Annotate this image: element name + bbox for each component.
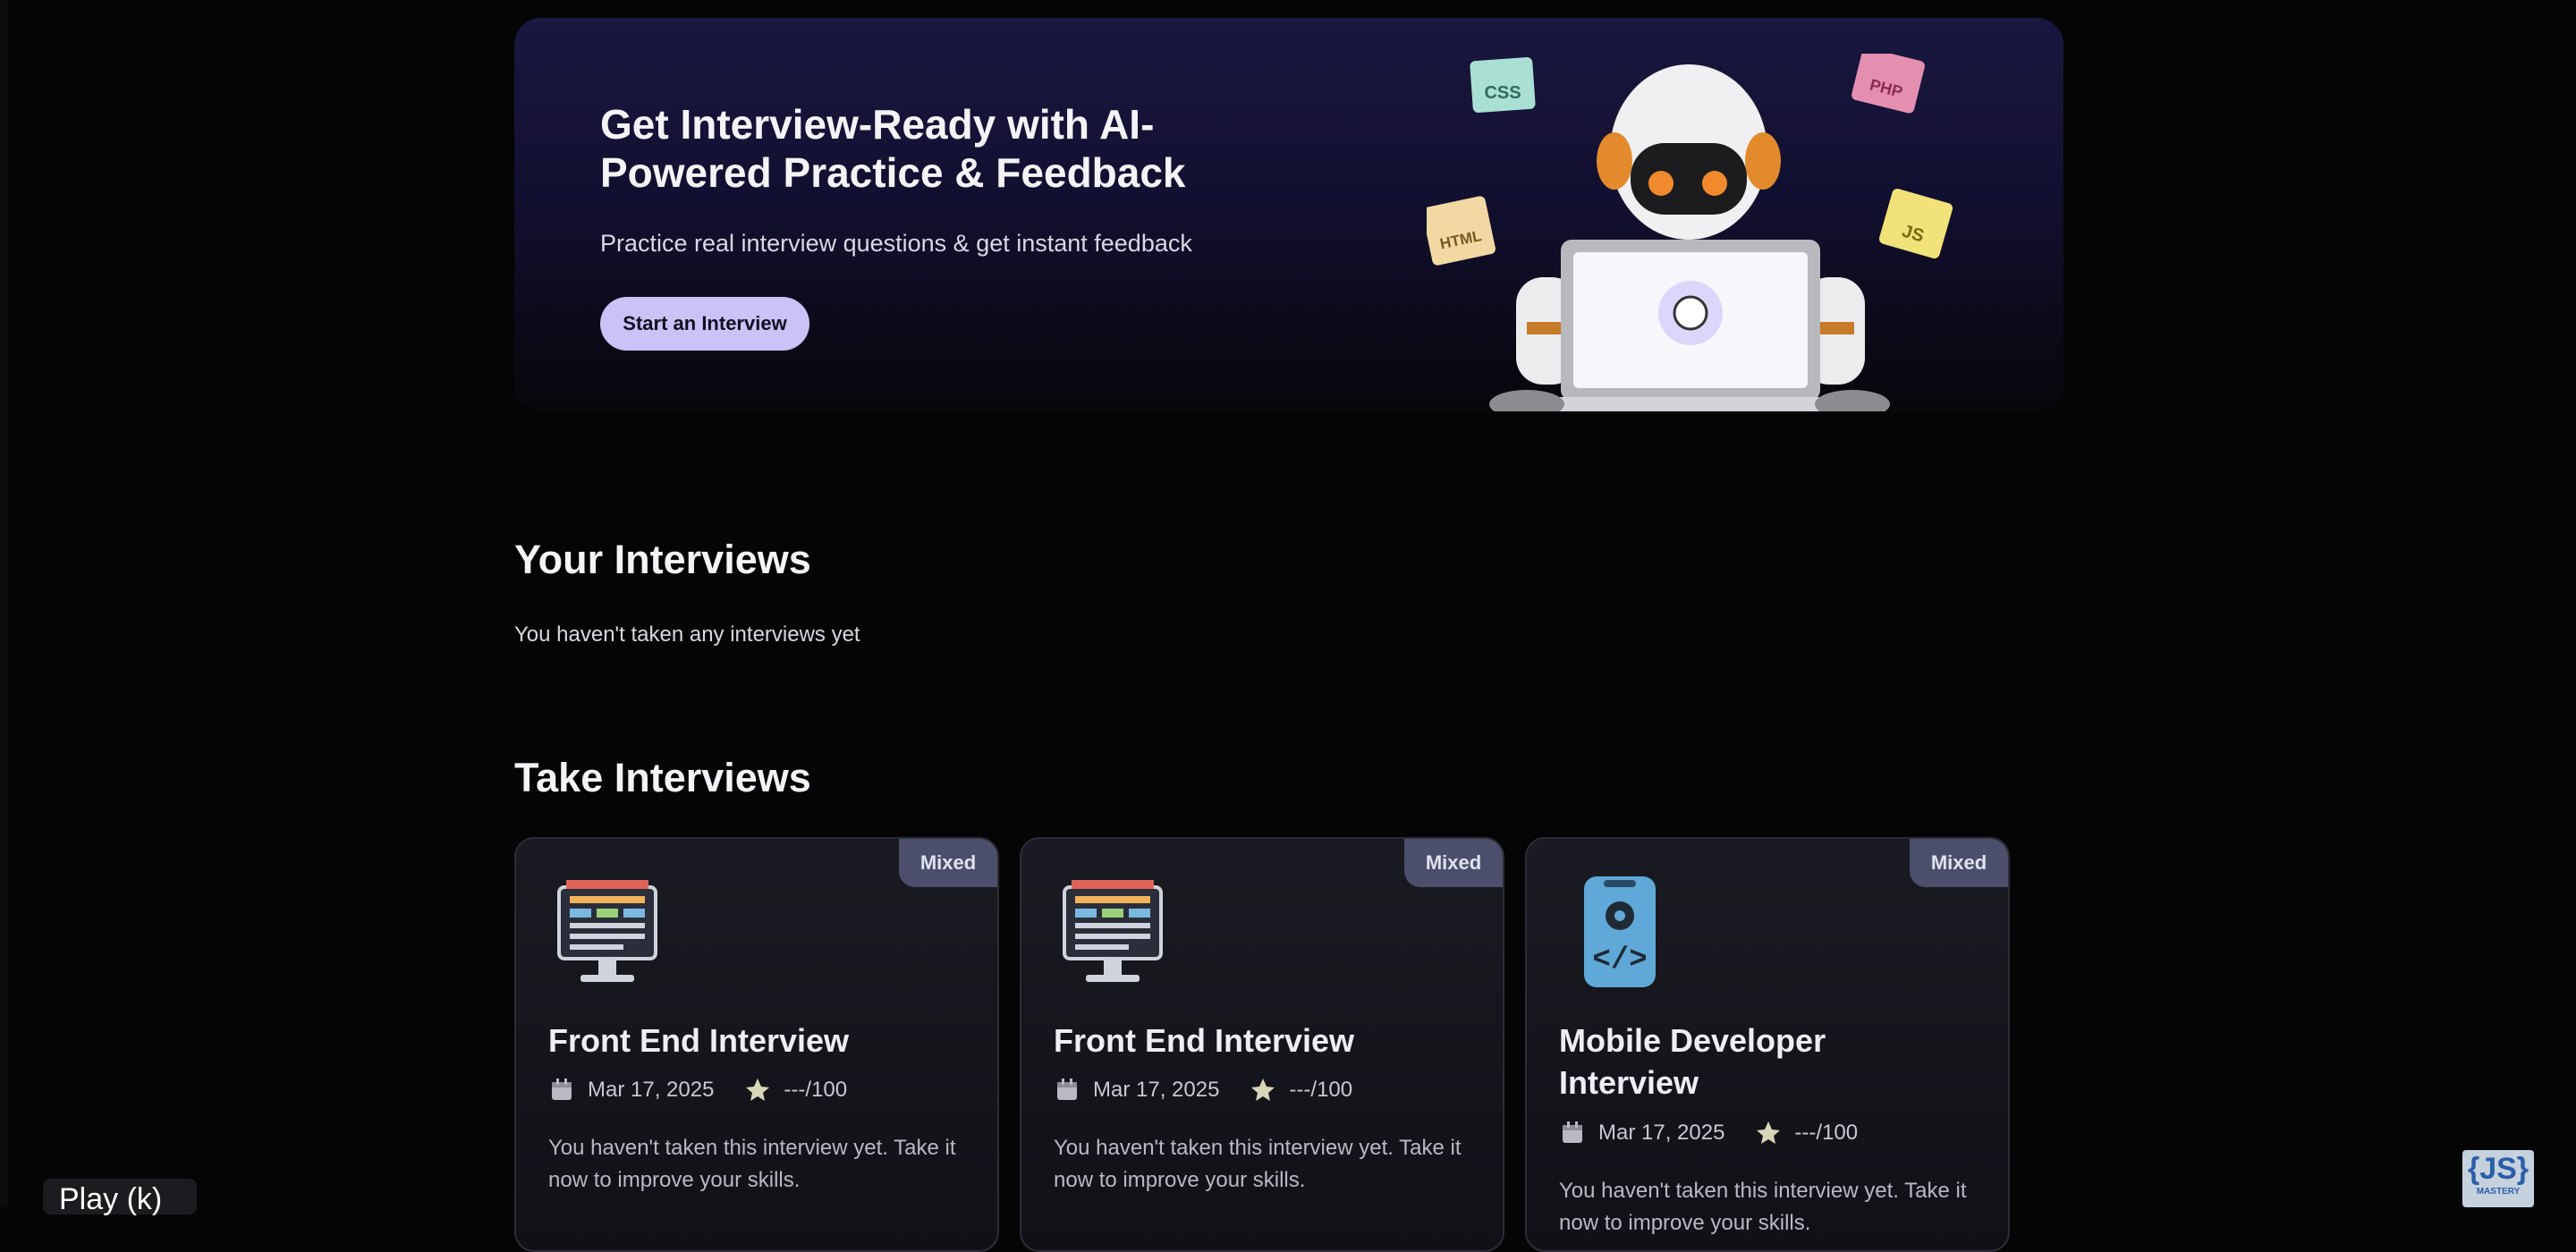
interview-score: ---/100: [1794, 1121, 1859, 1145]
star-icon: [1757, 1121, 1781, 1144]
robot-illustration: CSS PHP HTML JS: [1422, 47, 1963, 411]
calendar-icon: [1563, 1121, 1582, 1143]
interview-meta: Mar 17, 2025 ---/100: [548, 1077, 847, 1104]
watermark-sub: MASTERY: [2476, 1187, 2521, 1197]
css-sticker-label: CSS: [1484, 83, 1521, 103]
svg-text:</>: </>: [1592, 943, 1647, 977]
interview-meta: Mar 17, 2025 ---/100: [1054, 1077, 1352, 1104]
take-interviews-heading: Take Interviews: [514, 755, 811, 800]
interview-type-badge: Mixed: [1404, 839, 1503, 887]
no-interviews-message: You haven't taken any interviews yet: [514, 622, 860, 647]
js-sticker-icon: JS: [1878, 189, 1953, 258]
interview-type-badge: Mixed: [1910, 839, 2008, 887]
frontend-monitor-icon: [1063, 880, 1163, 982]
calendar-icon: [552, 1079, 572, 1100]
window-edge: [0, 0, 8, 1207]
hero-banner: Get Interview-Ready with AI-Powered Prac…: [514, 18, 2063, 411]
interview-date: Mar 17, 2025: [1598, 1121, 1725, 1145]
frontend-monitor-icon: [557, 880, 657, 982]
interview-description: You haven't taken this interview yet. Ta…: [1054, 1136, 1462, 1192]
interview-score: ---/100: [1289, 1078, 1353, 1102]
hero-subtitle: Practice real interview questions & get …: [600, 230, 1192, 257]
start-interview-button[interactable]: Start an Interview: [600, 297, 809, 351]
calendar-icon: [1057, 1079, 1077, 1100]
interview-title: Front End Interview: [548, 1022, 850, 1059]
html-sticker-icon: HTML: [1422, 196, 1496, 266]
star-icon: [746, 1079, 770, 1101]
star-icon: [1251, 1079, 1275, 1101]
interview-meta: Mar 17, 2025 ---/100: [1559, 1120, 1858, 1146]
play-button[interactable]: Play (k): [43, 1179, 197, 1216]
css-sticker-icon: CSS: [1470, 57, 1536, 113]
your-interviews-heading: Your Interviews: [514, 537, 811, 582]
interview-date: Mar 17, 2025: [588, 1078, 715, 1102]
interview-title: Mobile Developer Interview: [1559, 1022, 1826, 1101]
interview-date: Mar 17, 2025: [1093, 1078, 1220, 1102]
mobile-code-icon: </>: [1584, 876, 1656, 987]
hero-title: Get Interview-Ready with AI-Powered Prac…: [600, 101, 1186, 196]
interview-card[interactable]: Mixed Front End Interview Mar 17, 2025 -…: [514, 837, 999, 1252]
interview-score: ---/100: [784, 1078, 848, 1102]
interview-title: Front End Interview: [1054, 1022, 1355, 1059]
interview-card[interactable]: Mixed </> Mobile Developer Interview Mar…: [1525, 837, 2010, 1252]
jsmastery-watermark: {JS} MASTERY: [2462, 1150, 2534, 1207]
php-sticker-icon: PHP: [1852, 47, 1925, 114]
watermark-logo: {JS}: [2467, 1152, 2529, 1186]
interview-card[interactable]: Mixed Front End Interview Mar 17, 2025 -…: [1020, 837, 1504, 1252]
interview-type-badge: Mixed: [899, 839, 997, 887]
interview-description: You haven't taken this interview yet. Ta…: [548, 1136, 956, 1192]
interview-description: You haven't taken this interview yet. Ta…: [1559, 1179, 1967, 1235]
